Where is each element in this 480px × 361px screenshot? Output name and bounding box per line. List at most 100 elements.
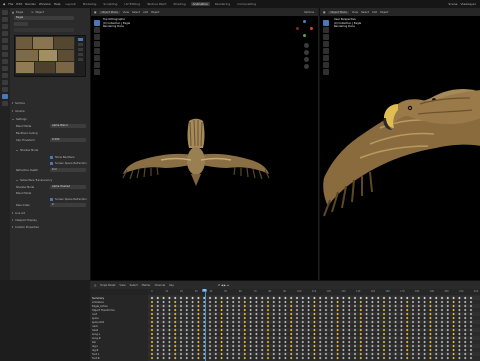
texture-properties-icon[interactable] — [2, 101, 8, 106]
material-slot-empty[interactable] — [14, 28, 74, 32]
pin-icon[interactable]: ⊙ — [31, 11, 33, 14]
output-properties-icon[interactable] — [2, 24, 8, 29]
object-mode-dropdown[interactable]: Object Mode — [99, 10, 120, 14]
camera-icon[interactable] — [304, 57, 309, 62]
tab-layout[interactable]: Layout — [64, 2, 78, 6]
pan-hand-icon[interactable] — [304, 50, 309, 55]
channel-row[interactable]: foot.R — [92, 356, 99, 360]
menu-add[interactable]: Add — [372, 11, 377, 14]
select-box-icon[interactable] — [94, 20, 100, 26]
scene-properties-icon[interactable] — [2, 38, 8, 43]
section-shadow[interactable]: Shadow Mode — [16, 148, 38, 152]
editor-type-icon[interactable]: ▣ — [323, 11, 325, 14]
rotate-icon[interactable] — [323, 41, 329, 47]
tab-sculpting[interactable]: Sculpting — [101, 2, 119, 6]
transparent-checkbox[interactable]: Screen Space Refraction — [50, 197, 87, 201]
material-preview-list[interactable] — [14, 35, 86, 77]
measure-icon[interactable] — [323, 69, 329, 75]
editor-type-icon[interactable]: ▣ — [94, 11, 96, 14]
tool-properties-icon[interactable] — [2, 10, 8, 15]
select-box-icon[interactable] — [323, 20, 329, 26]
menu-window[interactable]: Window — [39, 2, 51, 6]
render-properties-icon[interactable] — [2, 17, 8, 22]
show-backface-checkbox[interactable]: Show Backface — [50, 155, 75, 159]
menu-select[interactable]: Select — [130, 284, 138, 287]
move-icon[interactable] — [323, 34, 329, 40]
tab-modeling[interactable]: Modeling — [81, 2, 99, 6]
object-properties-icon[interactable] — [2, 52, 8, 57]
physics-properties-icon[interactable] — [2, 73, 8, 78]
list-item[interactable] — [78, 53, 83, 56]
list-item[interactable] — [78, 58, 83, 61]
current-frame-label[interactable]: 36 — [202, 289, 207, 292]
section-settings[interactable]: Settings — [12, 117, 27, 121]
section-subsurface[interactable]: Subsurface Translucency — [16, 178, 52, 182]
move-icon[interactable] — [94, 34, 100, 40]
tab-shading[interactable]: Shading — [171, 2, 187, 6]
zoom-icon[interactable] — [304, 43, 309, 48]
menu-channel[interactable]: Channel — [155, 284, 166, 287]
object-mode-dropdown[interactable]: Object Mode — [328, 10, 349, 14]
menu-edit[interactable]: Edit — [16, 2, 22, 6]
cursor-icon[interactable] — [323, 27, 329, 33]
transform-icon[interactable] — [323, 55, 329, 61]
scale-icon[interactable] — [94, 48, 100, 54]
menu-add[interactable]: Add — [143, 11, 148, 14]
playback-controls[interactable]: ⏮ ◀ ▶ ⏭ — [218, 284, 229, 287]
rotate-icon[interactable] — [94, 41, 100, 47]
list-item[interactable] — [78, 48, 83, 51]
grid-icon[interactable] — [304, 64, 309, 69]
clip-threshold-field[interactable]: 0.500 — [50, 138, 86, 142]
annotate-icon[interactable] — [323, 62, 329, 68]
tab-rendering[interactable]: Rendering — [213, 2, 232, 6]
tab-uv-editing[interactable]: UV Editing — [122, 2, 142, 6]
editor-type-icon[interactable]: ◷ — [94, 284, 96, 287]
shadow-mode-dropdown[interactable]: Alpha Hashed — [50, 185, 86, 189]
particles-properties-icon[interactable] — [2, 66, 8, 71]
view-layer-selector[interactable]: ViewLayer — [461, 2, 476, 6]
blend-mode-dropdown[interactable]: Alpha Blend — [50, 124, 86, 128]
material-properties-icon[interactable] — [2, 94, 8, 99]
blender-logo-icon[interactable]: ◆ — [3, 2, 5, 6]
editor-mode-dropdown[interactable]: Dope Sheet — [100, 284, 115, 287]
screen-space-checkbox[interactable]: Screen Space Refraction — [50, 161, 87, 165]
cursor-icon[interactable] — [94, 27, 100, 33]
menu-select[interactable]: Select — [361, 11, 369, 14]
navigation-gizmo[interactable] — [296, 20, 314, 38]
menu-object[interactable]: Object — [380, 11, 388, 14]
tab-compositing[interactable]: Compositing — [235, 2, 258, 6]
tab-animation[interactable]: Animation — [190, 2, 210, 6]
view-layer-properties-icon[interactable] — [2, 31, 8, 36]
constraints-properties-icon[interactable] — [2, 80, 8, 85]
modifier-properties-icon[interactable] — [2, 59, 8, 64]
material-slot-list[interactable] — [14, 22, 28, 26]
section-custom-properties[interactable]: Custom Properties — [12, 225, 39, 229]
menu-select[interactable]: Select — [132, 11, 140, 14]
menu-render[interactable]: Render — [25, 2, 36, 6]
section-viewport-display[interactable]: Viewport Display — [12, 218, 37, 222]
keyframe-area[interactable] — [148, 295, 480, 361]
menu-view[interactable]: View — [123, 11, 129, 14]
menu-file[interactable]: File — [8, 2, 13, 6]
menu-view[interactable]: View — [352, 11, 358, 14]
menu-object[interactable]: Object — [151, 11, 159, 14]
material-slot-field[interactable]: Eagle — [14, 16, 74, 20]
section-surface[interactable]: Surface — [12, 101, 25, 105]
options-dropdown[interactable]: Options — [304, 11, 314, 14]
playhead[interactable] — [205, 289, 207, 361]
transform-icon[interactable] — [94, 55, 100, 61]
data-properties-icon[interactable] — [2, 87, 8, 92]
scene-selector[interactable]: Scene — [448, 2, 457, 6]
scale-icon[interactable] — [323, 48, 329, 54]
world-properties-icon[interactable] — [2, 45, 8, 50]
menu-key[interactable]: Key — [169, 284, 174, 287]
viewport-perspective[interactable]: ▣ Object Mode View Select Add Object Use… — [319, 8, 480, 280]
tab-texture-paint[interactable]: Texture Paint — [145, 2, 168, 6]
section-line-art[interactable]: Line Art — [12, 211, 25, 215]
menu-help[interactable]: Help — [54, 2, 61, 6]
measure-icon[interactable] — [94, 69, 100, 75]
list-item-selected[interactable] — [78, 38, 83, 41]
menu-marker[interactable]: Marker — [142, 284, 151, 287]
refraction-depth-field[interactable]: 0 m — [50, 168, 86, 172]
menu-view[interactable]: View — [119, 284, 125, 287]
